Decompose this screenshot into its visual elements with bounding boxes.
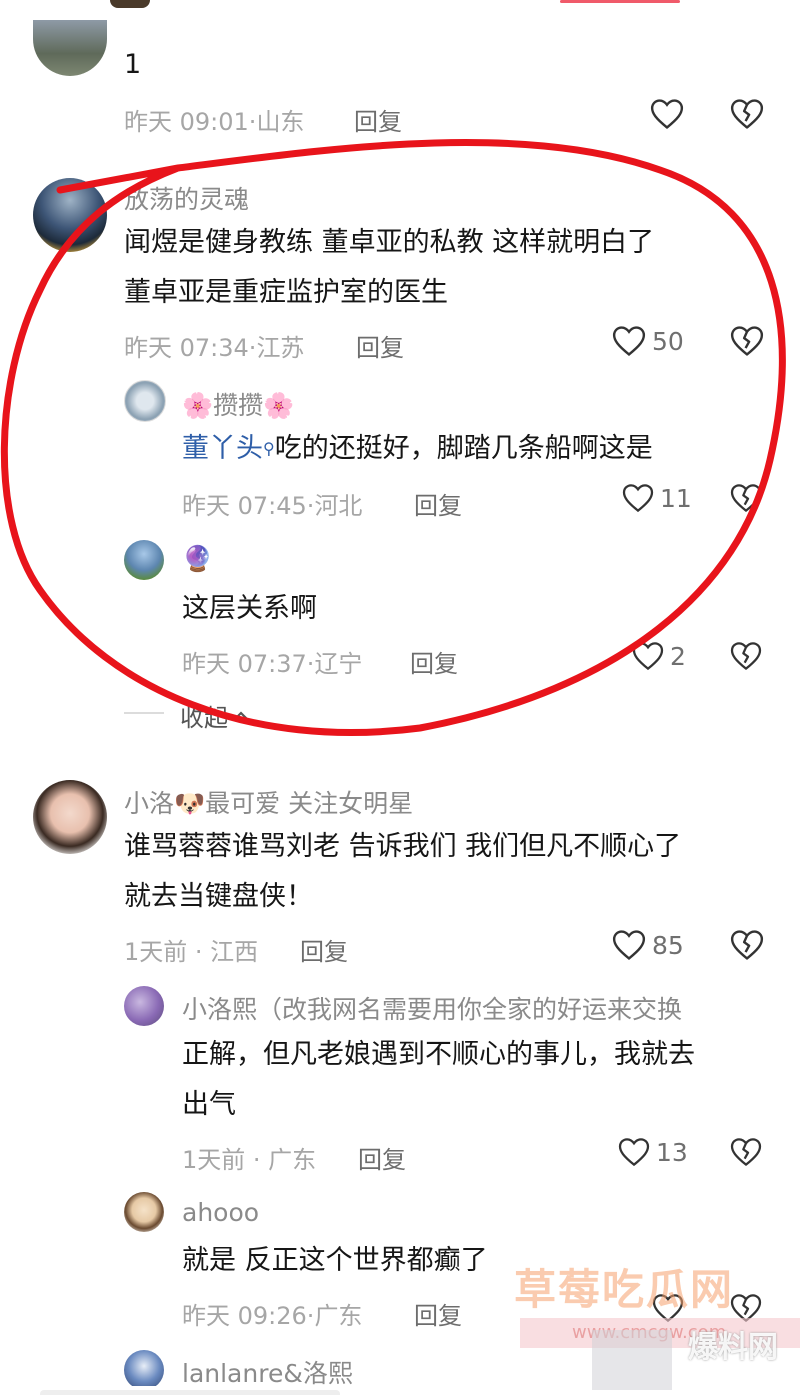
reply-time: 昨天 09:26 [182, 1302, 307, 1330]
comment-time: 1天前 [124, 938, 188, 966]
bottom-bar-shape [40, 1390, 340, 1395]
heart-icon [612, 930, 646, 961]
like-button[interactable] [650, 98, 684, 130]
like-button[interactable]: 85 [612, 929, 684, 961]
watermark-main: 草莓吃瓜网 [514, 1265, 735, 1314]
watermark-block [592, 1330, 672, 1390]
reply-button[interactable]: 回复 [414, 1296, 462, 1331]
reply-author[interactable]: lanlanre&洛熙 [182, 1354, 353, 1390]
reply-meta: 1天前 · 广东 [182, 1146, 317, 1174]
heart-icon [618, 1138, 650, 1167]
reply-time: 1天前 [182, 1146, 246, 1174]
comment-text-line: 就去当键盘侠！ [124, 881, 313, 912]
like-count: 13 [656, 1137, 688, 1167]
heart-icon [650, 99, 684, 130]
reply-author[interactable]: ahooo [182, 1198, 259, 1227]
like-count: 85 [652, 930, 684, 960]
reply-location: 广东 [314, 1302, 363, 1330]
broken-heart-icon [730, 99, 764, 129]
reply-text: 就是 反正这个世界都癫了 [182, 1245, 488, 1276]
top-partial-badge [560, 0, 680, 3]
comment-meta: 1天前 · 江西 [124, 938, 259, 966]
reply-location: 广东 [268, 1146, 317, 1174]
reply-text-line: 正解，但凡老娘遇到不顺心的事儿，我就去 [182, 1039, 695, 1070]
avatar[interactable] [33, 20, 107, 76]
reply-button[interactable]: 回复 [300, 932, 348, 967]
comment-text-line: 谁骂蓉蓉谁骂刘老 告诉我们 我们但凡不顺心了 [124, 831, 682, 862]
broken-heart-icon [730, 930, 764, 960]
reply-button[interactable]: 回复 [358, 1140, 406, 1175]
top-partial-element [110, 0, 150, 8]
dislike-button[interactable] [730, 1137, 762, 1167]
dislike-button[interactable] [730, 98, 764, 130]
comment-author[interactable]: 小洛🐶最可爱 关注女明星 [124, 784, 413, 820]
annotation-circle [0, 139, 786, 737]
avatar[interactable] [124, 1350, 164, 1390]
comment-text: 1 [124, 49, 142, 80]
dislike-button[interactable] [730, 929, 764, 961]
reply-text-line: 出气 [182, 1089, 236, 1120]
avatar[interactable] [124, 1192, 164, 1232]
comment-location: 江西 [210, 938, 259, 966]
like-button[interactable]: 13 [618, 1137, 688, 1167]
reply-meta: 昨天 09:26·广东 [182, 1302, 363, 1330]
avatar[interactable] [124, 986, 164, 1026]
broken-heart-icon [730, 1138, 762, 1166]
avatar[interactable] [33, 780, 107, 854]
watermark-tag: 爆料网 [688, 1330, 778, 1365]
reply-author[interactable]: 小洛熙（改我网名需要用你全家的好运来交换 [182, 990, 682, 1026]
